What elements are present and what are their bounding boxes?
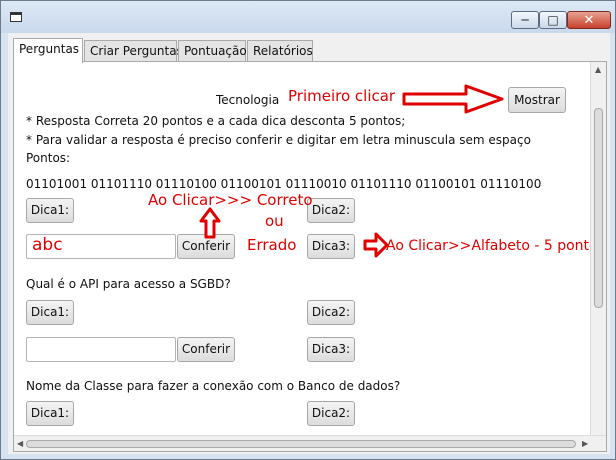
tab-perguntas[interactable]: Perguntas [13,38,83,63]
q1-answer-input[interactable]: abc [26,234,176,259]
questions-panel: Tecnologia Mostrar * Resposta Correta 20… [13,61,607,452]
rule-text-1: * Resposta Correta 20 pontos e a cada di… [26,114,406,128]
question-2-text: Qual é o API para acesso a SGBD? [26,277,231,291]
client-area: Perguntas Criar Perguntas Pontuação Rela… [8,33,610,454]
horizontal-scrollbar[interactable]: ◀ ▶ [14,435,606,451]
rule-text-2: * Para validar a resposta é preciso conf… [26,133,531,147]
close-icon: ✕ [583,12,595,28]
vertical-scrollbar[interactable]: ▲ [590,62,606,437]
q2-hint3-button[interactable]: Dica3: [307,337,355,362]
arrow-up-icon [199,207,221,239]
q1-answer-value: abc [32,235,63,255]
annotation-on-click-correct: Ao Clicar>>> Correto [148,191,313,209]
q1-hint3-button[interactable]: Dica3: [307,234,355,259]
title-bar[interactable]: ─ □ ✕ [1,1,615,33]
q1-hint2-button[interactable]: Dica2: [307,198,355,223]
vertical-scroll-thumb[interactable] [594,108,603,308]
arrow-right-icon [402,84,504,114]
q3-hint2-button[interactable]: Dica2: [307,401,355,426]
question-1-text: 01101001 01101110 01110100 01100101 0111… [26,177,542,191]
question-3-text: Nome da Classe para fazer a conexão com … [26,379,401,393]
show-button[interactable]: Mostrar [508,87,566,113]
scroll-left-icon[interactable]: ◀ [17,439,23,448]
tab-pontuacao[interactable]: Pontuação [178,40,247,62]
q2-hint2-button[interactable]: Dica2: [307,300,355,325]
q2-check-button[interactable]: Conferir [177,337,235,362]
tab-relatorios[interactable]: Relatórios [247,40,313,62]
annotation-wrong: Errado [247,236,297,254]
q2-hint1-button[interactable]: Dica1: [26,300,74,325]
application-window: ─ □ ✕ Perguntas Criar Perguntas Pontuaçã… [0,0,616,460]
annotation-or: ou [265,212,284,230]
points-label: Pontos: [26,151,71,165]
scroll-up-icon[interactable]: ▲ [595,65,601,74]
horizontal-scroll-thumb[interactable] [26,440,576,448]
close-button[interactable]: ✕ [567,11,611,29]
category-label: Tecnologia [216,93,280,107]
app-icon [10,12,22,22]
minimize-icon: ─ [521,13,529,27]
minimize-button[interactable]: ─ [511,11,539,29]
annotation-on-click-alphabet: Ao Clicar>>Alfabeto - 5 pontos [386,238,605,254]
scroll-right-icon[interactable]: ▶ [582,439,588,448]
q2-answer-input[interactable] [26,337,176,362]
tab-criar-perguntas[interactable]: Criar Perguntas [84,40,183,62]
maximize-icon: □ [547,13,559,27]
q1-hint1-button[interactable]: Dica1: [26,198,74,223]
annotation-first-click: Primeiro clicar [288,87,396,105]
q3-hint1-button[interactable]: Dica1: [26,401,74,426]
maximize-button[interactable]: □ [539,11,567,29]
